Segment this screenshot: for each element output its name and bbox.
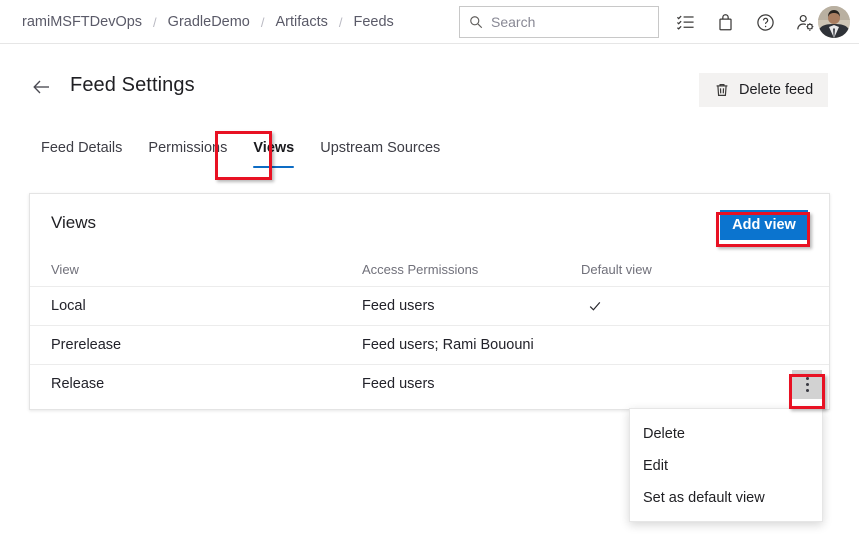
context-menu-item-delete[interactable]: Delete [630, 418, 822, 450]
kebab-dot [805, 382, 809, 386]
tab-label: Permissions [148, 140, 228, 156]
tab-active-underline [253, 165, 295, 168]
breadcrumb: ramiMSFTDevOps / GradleDemo / Artifacts … [12, 0, 404, 44]
table-row[interactable]: Prerelease Feed users; Rami Bououni [30, 325, 829, 364]
breadcrumb-item-feeds[interactable]: Feeds [344, 14, 404, 30]
tab-feed-details[interactable]: Feed Details [41, 140, 135, 168]
column-header-access-permissions: Access Permissions [362, 262, 479, 277]
tab-label: Views [253, 140, 295, 156]
help-circle-icon[interactable] [756, 13, 775, 32]
page-root: ramiMSFTDevOps / GradleDemo / Artifacts … [0, 0, 859, 536]
kebab-dot [805, 388, 809, 392]
context-menu-item-set-as-default-view[interactable]: Set as default view [630, 482, 822, 514]
tab-label: Feed Details [41, 140, 123, 156]
delete-feed-label: Delete feed [739, 82, 814, 98]
search-icon [470, 16, 483, 29]
column-header-view: View [51, 262, 79, 277]
cell-default-view [581, 299, 761, 313]
views-card-title: Views [51, 213, 97, 232]
page-title: Feed Settings [70, 74, 195, 96]
cell-view-name: Prerelease [51, 337, 122, 353]
tasks-checklist-icon[interactable] [676, 13, 695, 32]
views-table: View Access Permissions Default view Loc… [30, 253, 829, 403]
user-avatar[interactable] [818, 6, 850, 38]
tab-views[interactable]: Views [240, 140, 307, 168]
avatar-photo [818, 6, 850, 38]
trash-icon [716, 84, 728, 96]
cell-access-permissions: Feed users [362, 376, 435, 392]
row-more-actions-button[interactable] [792, 369, 822, 399]
search-input-placeholder[interactable]: Search [491, 14, 535, 30]
tab-upstream-sources[interactable]: Upstream Sources [307, 140, 453, 168]
shopping-bag-icon[interactable] [716, 13, 735, 32]
cell-access-permissions: Feed users; Rami Bououni [362, 337, 534, 353]
column-header-default-view: Default view [581, 262, 652, 277]
search-box[interactable]: Search [459, 6, 659, 38]
breadcrumb-item-organization[interactable]: ramiMSFTDevOps [12, 14, 152, 30]
add-view-button[interactable]: Add view [720, 210, 808, 240]
context-menu-item-edit[interactable]: Edit [630, 450, 822, 482]
breadcrumb-item-project[interactable]: GradleDemo [158, 14, 260, 30]
checkmark-icon [589, 302, 601, 311]
settings-tabs: Feed Details Permissions Views Upstream … [41, 140, 453, 168]
cell-view-name: Release [51, 376, 105, 392]
table-row[interactable]: Local Feed users [30, 286, 829, 325]
cell-view-name: Local [51, 298, 86, 314]
cell-access-permissions: Feed users [362, 298, 435, 314]
back-arrow-icon[interactable] [31, 76, 53, 98]
views-card-header: Views Add view [30, 194, 829, 253]
table-row[interactable]: Release Feed users [30, 364, 829, 403]
top-navigation-bar: ramiMSFTDevOps / GradleDemo / Artifacts … [0, 0, 859, 44]
tab-label: Upstream Sources [320, 140, 441, 156]
kebab-dot [805, 376, 809, 380]
tab-permissions[interactable]: Permissions [135, 140, 240, 168]
views-card: Views Add view View Access Permissions D… [29, 193, 830, 410]
cell-actions [761, 369, 829, 399]
delete-feed-button[interactable]: Delete feed [699, 73, 829, 107]
row-context-menu: Delete Edit Set as default view [629, 408, 823, 522]
user-settings-icon[interactable] [796, 13, 815, 32]
toolbar-icons [676, 0, 815, 44]
table-header-row: View Access Permissions Default view [30, 253, 829, 286]
breadcrumb-item-artifacts[interactable]: Artifacts [266, 14, 338, 30]
